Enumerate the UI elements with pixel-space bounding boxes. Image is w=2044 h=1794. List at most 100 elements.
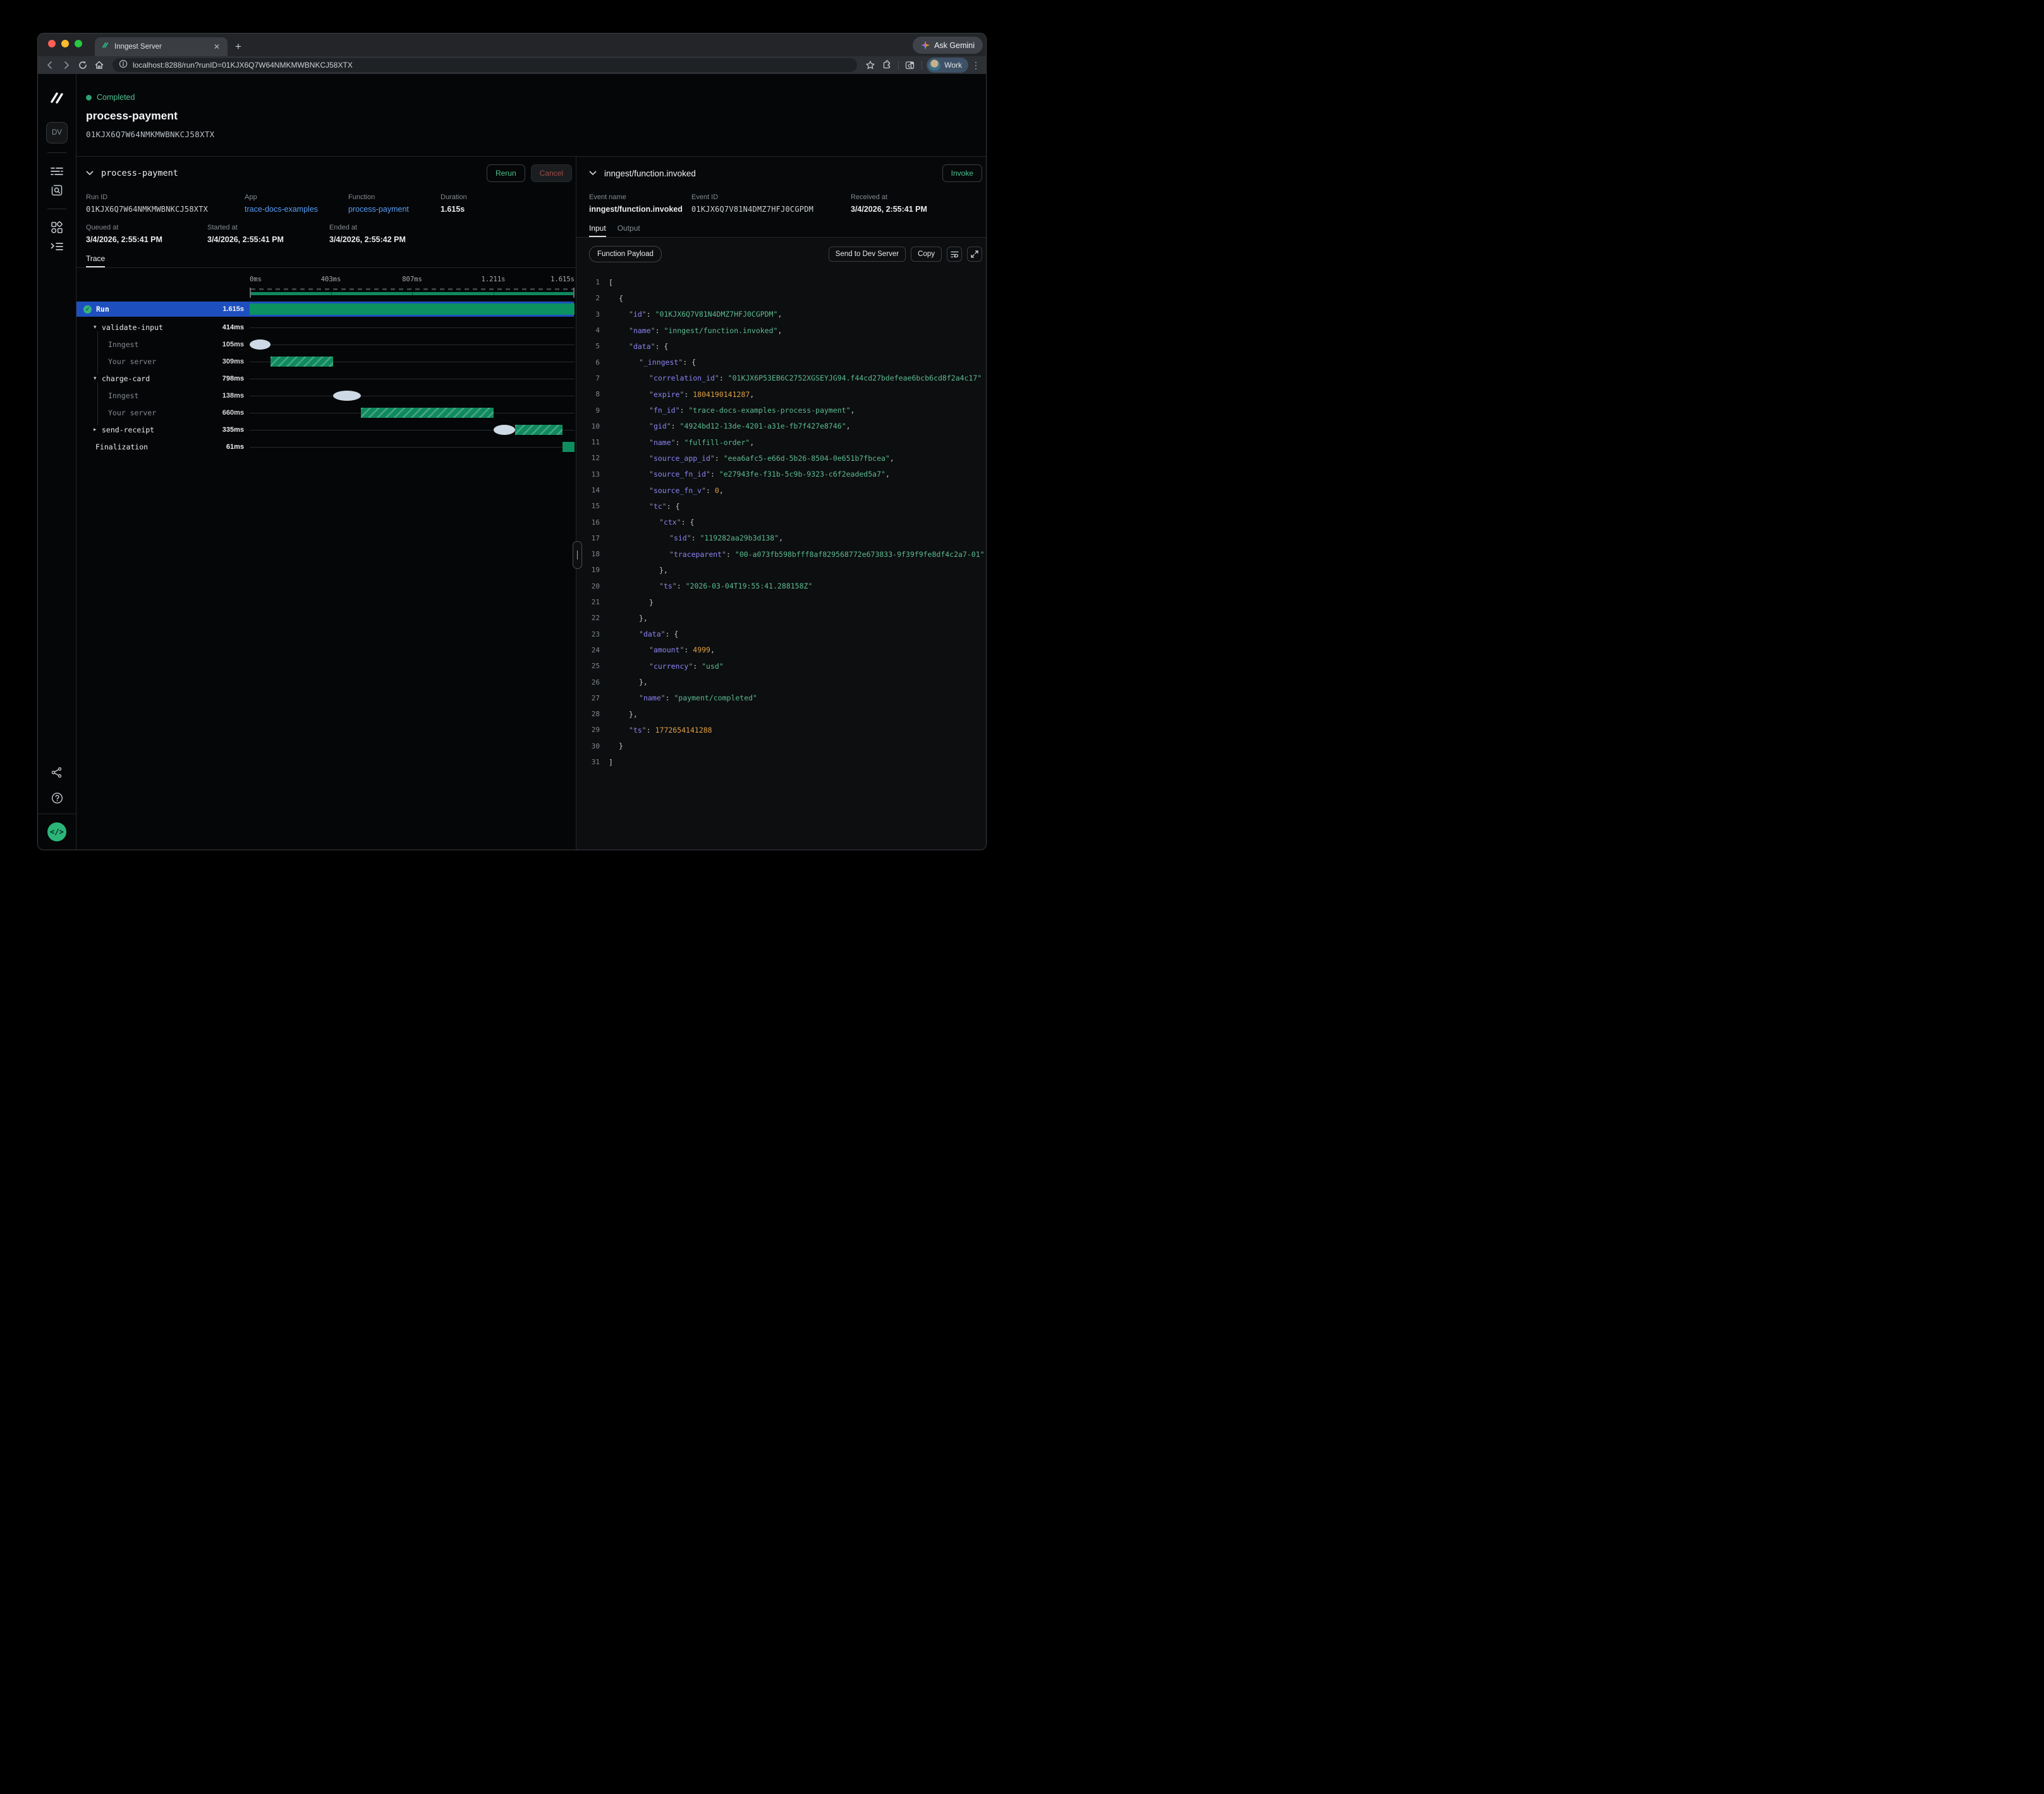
bookmark-star-icon[interactable] xyxy=(863,58,877,72)
expand-icon[interactable] xyxy=(967,247,982,262)
function-payload-pill[interactable]: Function Payload xyxy=(589,246,662,262)
payload-section: Function Payload Send to Dev Server Copy xyxy=(576,238,986,850)
terminal-log-icon[interactable] xyxy=(46,237,68,256)
cancel-button[interactable]: Cancel xyxy=(531,164,572,182)
app-link[interactable]: trace-docs-examples xyxy=(245,205,348,214)
code-line: 6"_inngest": { xyxy=(576,354,986,370)
invoke-button[interactable]: Invoke xyxy=(942,164,982,182)
line-number: 24 xyxy=(576,646,600,654)
meta-label: Started at xyxy=(207,224,329,231)
line-number: 2 xyxy=(576,294,600,302)
trace-row-duration: 798ms xyxy=(222,375,244,382)
event-id-value: 01KJX6Q7V81N4DMZ7HFJ0CGPDM xyxy=(691,205,851,214)
url-bar[interactable]: localhost:8288/run?runID=01KJX6Q7W64NMKM… xyxy=(113,58,857,72)
trace-row[interactable]: Inngest105ms xyxy=(76,336,574,353)
home-icon[interactable] xyxy=(92,58,106,72)
collapse-event-chevron-icon[interactable] xyxy=(589,171,597,176)
copy-button[interactable]: Copy xyxy=(911,247,942,262)
avatar xyxy=(928,59,940,71)
tab-search-icon[interactable] xyxy=(903,58,917,72)
trace-bar xyxy=(250,303,575,315)
close-window-button[interactable] xyxy=(48,40,56,47)
rerun-button[interactable]: Rerun xyxy=(487,164,525,182)
panel-resize-handle[interactable] xyxy=(573,541,582,569)
line-number: 22 xyxy=(576,614,600,622)
gemini-icon xyxy=(921,41,930,50)
zoom-window-button[interactable] xyxy=(75,40,82,47)
trace-row[interactable]: Your server660ms xyxy=(76,404,574,421)
trace-row-label: Inngest xyxy=(108,391,138,400)
code-line: 8"expire": 1804190141287, xyxy=(576,386,986,402)
trace-row[interactable]: ✓Run1.615s xyxy=(76,302,574,317)
trace-section-title: process-payment xyxy=(101,168,487,178)
trace-row[interactable]: ▸send-receipt335ms xyxy=(76,421,574,438)
inngest-favicon xyxy=(101,41,109,52)
ask-gemini-button[interactable]: Ask Gemini xyxy=(913,37,983,54)
page-title: process-payment xyxy=(86,109,986,123)
line-number: 12 xyxy=(576,454,600,462)
send-to-dev-server-button[interactable]: Send to Dev Server xyxy=(829,247,906,262)
trace-bar xyxy=(515,425,562,435)
workspace-badge[interactable]: DV xyxy=(46,122,68,143)
tab-input[interactable]: Input xyxy=(589,224,606,237)
code-line: 28}, xyxy=(576,706,986,722)
chevron-down-icon[interactable]: ▾ xyxy=(94,375,102,382)
share-feedback-icon[interactable] xyxy=(46,763,68,782)
line-number: 9 xyxy=(576,406,600,415)
side-rail: DV </> xyxy=(38,74,76,850)
meta-label: Run ID xyxy=(86,193,245,201)
line-number: 5 xyxy=(576,342,600,350)
reload-icon[interactable] xyxy=(76,58,90,72)
forward-icon[interactable] xyxy=(59,58,73,72)
code-line: 4"name": "inngest/function.invoked", xyxy=(576,322,986,338)
line-number: 15 xyxy=(576,502,600,510)
minimize-window-button[interactable] xyxy=(61,40,69,47)
trace-row[interactable]: Finalization61ms xyxy=(76,438,574,455)
trace-row[interactable]: Inngest138ms xyxy=(76,387,574,404)
collapse-run-chevron-icon[interactable] xyxy=(86,171,94,176)
meta-label: Received at xyxy=(851,193,927,201)
chevron-right-icon[interactable]: ▸ xyxy=(94,426,102,433)
chevron-down-icon[interactable]: ▾ xyxy=(94,324,102,331)
profile-button[interactable]: Work xyxy=(927,58,968,73)
duration-value: 1.615s xyxy=(441,205,467,214)
meta-label: Queued at xyxy=(86,224,207,231)
word-wrap-icon[interactable] xyxy=(947,247,962,262)
started-at-value: 3/4/2026, 2:55:41 PM xyxy=(207,235,329,244)
tab-output[interactable]: Output xyxy=(617,224,640,237)
line-number: 1 xyxy=(576,278,600,286)
timeline-minimap[interactable] xyxy=(250,288,575,298)
trace-row[interactable]: ▾charge-card798ms xyxy=(76,370,574,387)
trace-bar xyxy=(333,391,361,401)
trace-row-label: validate-input xyxy=(102,323,163,332)
extensions-icon[interactable] xyxy=(880,58,894,72)
dev-tools-button[interactable]: </> xyxy=(47,822,66,841)
tick-label: 807ms xyxy=(402,276,422,283)
trace-bar xyxy=(271,357,332,367)
new-tab-button[interactable]: + xyxy=(235,40,241,53)
site-info-icon[interactable] xyxy=(119,59,128,71)
back-icon[interactable] xyxy=(43,58,57,72)
function-link[interactable]: process-payment xyxy=(348,205,441,214)
events-search-icon[interactable] xyxy=(46,181,68,200)
trace-row-duration: 61ms xyxy=(226,443,244,451)
trace-bar xyxy=(250,339,271,350)
line-number: 13 xyxy=(576,470,600,479)
code-line: 17"sid": "119282aa29b3d138", xyxy=(576,530,986,546)
trace-row[interactable]: Your server309ms xyxy=(76,353,574,370)
trace-bar xyxy=(563,442,575,452)
browser-tab[interactable]: Inngest Server ✕ xyxy=(95,37,228,56)
tab-trace[interactable]: Trace xyxy=(86,254,105,267)
trace-row-label: Your server xyxy=(108,408,156,417)
apps-icon[interactable] xyxy=(46,218,68,237)
trace-row[interactable]: ▾validate-input414ms xyxy=(76,319,574,336)
browser-menu-icon[interactable]: ⋮ xyxy=(971,60,981,71)
code-line: 1[ xyxy=(576,274,986,290)
help-icon[interactable] xyxy=(46,788,68,807)
received-at-value: 3/4/2026, 2:55:41 PM xyxy=(851,205,927,214)
code-line: 12"source_app_id": "eea6afc5-e66d-5b26-8… xyxy=(576,450,986,466)
tab-close-icon[interactable]: ✕ xyxy=(212,42,221,51)
line-number: 14 xyxy=(576,486,600,494)
run-id-text: 01KJX6Q7W64NMKMWBNKCJ58XTX xyxy=(86,130,986,139)
runs-icon[interactable] xyxy=(46,162,68,181)
